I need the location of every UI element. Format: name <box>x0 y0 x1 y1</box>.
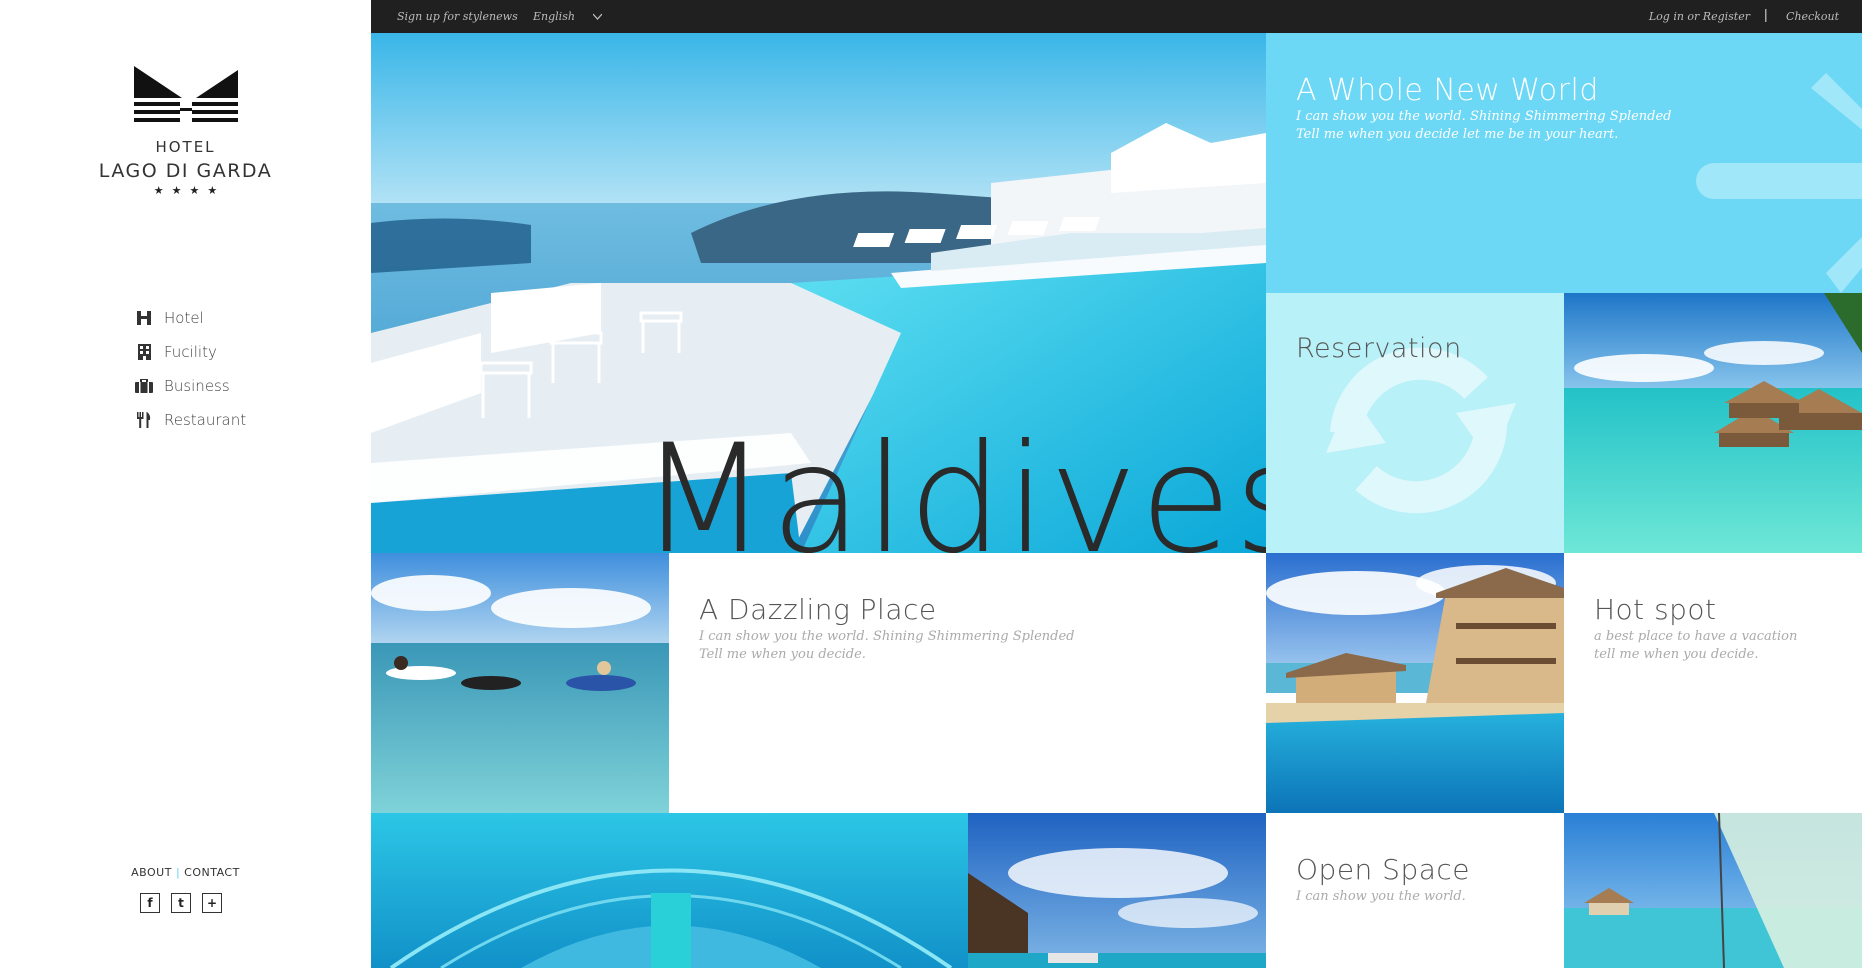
chevron-down-icon[interactable] <box>593 12 602 21</box>
signup-link[interactable]: Sign up for stylenews <box>397 10 518 23</box>
plus-icon[interactable]: + <box>202 893 222 913</box>
reservation-tile[interactable]: Reservation <box>1266 293 1564 553</box>
building-icon <box>134 343 154 361</box>
dazzling-place-title: A Dazzling Place <box>699 593 937 626</box>
whole-new-world-title: A Whole New World <box>1296 73 1599 108</box>
brand-hotel-label: HOTEL <box>155 138 216 156</box>
social-links: f t + <box>140 893 222 913</box>
dazzling-place-line1: I can show you the world. Shining Shimme… <box>699 629 1075 644</box>
refresh-arrows-icon <box>1326 347 1516 514</box>
open-space-title: Open Space <box>1296 853 1471 886</box>
hot-spot-line2: tell me when you decide. <box>1594 647 1759 662</box>
nav-item-business[interactable]: Business <box>134 369 246 403</box>
nav-label-facility: Fucility <box>164 343 217 361</box>
fork-knife-icon <box>134 411 154 429</box>
swimmers-image <box>371 553 669 813</box>
login-register-link[interactable]: Log in or Register <box>1649 10 1750 23</box>
whole-new-world-line1: I can show you the world. Shining Shimme… <box>1296 109 1672 124</box>
contact-link[interactable]: CONTACT <box>184 866 240 879</box>
nav-item-hotel[interactable]: Hotel <box>134 301 246 335</box>
hero-title: Maldives <box>639 413 1266 553</box>
hero-maldives-tile[interactable]: Maldives <box>371 33 1266 553</box>
nav-label-hotel: Hotel <box>164 309 204 327</box>
footer-separator: | <box>175 866 181 879</box>
hot-spot-line1: a best place to have a vacation <box>1594 629 1798 644</box>
dazzling-place-tile[interactable]: A Dazzling Place I can show you the worl… <box>669 553 1266 813</box>
sidebar: HOTEL LAGO DI GARDA ★★★★ Hotel Fucility … <box>0 0 371 968</box>
whole-new-world-line2: Tell me when you decide let me be in you… <box>1296 127 1619 142</box>
hot-spot-title: Hot spot <box>1594 593 1717 626</box>
aquarium-image-tile[interactable] <box>371 813 968 968</box>
beach-image <box>1564 813 1862 968</box>
hotel-logo[interactable]: HOTEL LAGO DI GARDA ★★★★ <box>0 66 371 197</box>
briefcase-icon <box>134 377 154 395</box>
hot-spot-tile[interactable]: Hot spot a best place to have a vacation… <box>1564 553 1862 813</box>
language-select[interactable]: English <box>533 10 575 23</box>
swimmers-image-tile[interactable] <box>371 553 669 813</box>
decorative-arrow-icon <box>1696 73 1862 293</box>
aquarium-image <box>371 813 968 968</box>
reservation-title: Reservation <box>1296 333 1462 364</box>
nav-label-restaurant: Restaurant <box>164 411 247 429</box>
open-space-line1: I can show you the world. <box>1296 889 1466 904</box>
resort-image-tile[interactable] <box>1266 553 1564 813</box>
dazzling-place-line2: Tell me when you decide. <box>699 647 866 662</box>
resort-image <box>1266 553 1564 813</box>
bungalows-image-tile[interactable] <box>1564 293 1862 553</box>
logo-mark-icon <box>133 66 238 122</box>
open-space-tile[interactable]: Open Space I can show you the world. <box>1266 813 1564 968</box>
bungalows-image <box>1564 293 1862 553</box>
topbar-separator: | <box>1763 8 1768 23</box>
twitter-icon[interactable]: t <box>171 893 191 913</box>
nav-item-restaurant[interactable]: Restaurant <box>134 403 246 437</box>
whole-new-world-tile[interactable]: A Whole New World I can show you the wor… <box>1266 33 1862 293</box>
hotel-h-icon <box>134 309 154 327</box>
beach-image-tile[interactable] <box>1564 813 1862 968</box>
top-bar: Sign up for stylenews English Log in or … <box>371 0 1862 33</box>
brand-name: LAGO DI GARDA <box>98 160 273 182</box>
villa-sky-image-tile[interactable] <box>968 813 1266 968</box>
nav-label-business: Business <box>164 377 230 395</box>
facebook-icon[interactable]: f <box>140 893 160 913</box>
villa-sky-image <box>968 813 1266 968</box>
checkout-link[interactable]: Checkout <box>1786 10 1839 23</box>
about-link[interactable]: ABOUT <box>131 866 172 879</box>
main-nav: Hotel Fucility Business Restaurant <box>134 301 246 437</box>
nav-item-facility[interactable]: Fucility <box>134 335 246 369</box>
brand-stars: ★★★★ <box>153 184 226 197</box>
footer-links: ABOUT | CONTACT <box>0 866 371 879</box>
